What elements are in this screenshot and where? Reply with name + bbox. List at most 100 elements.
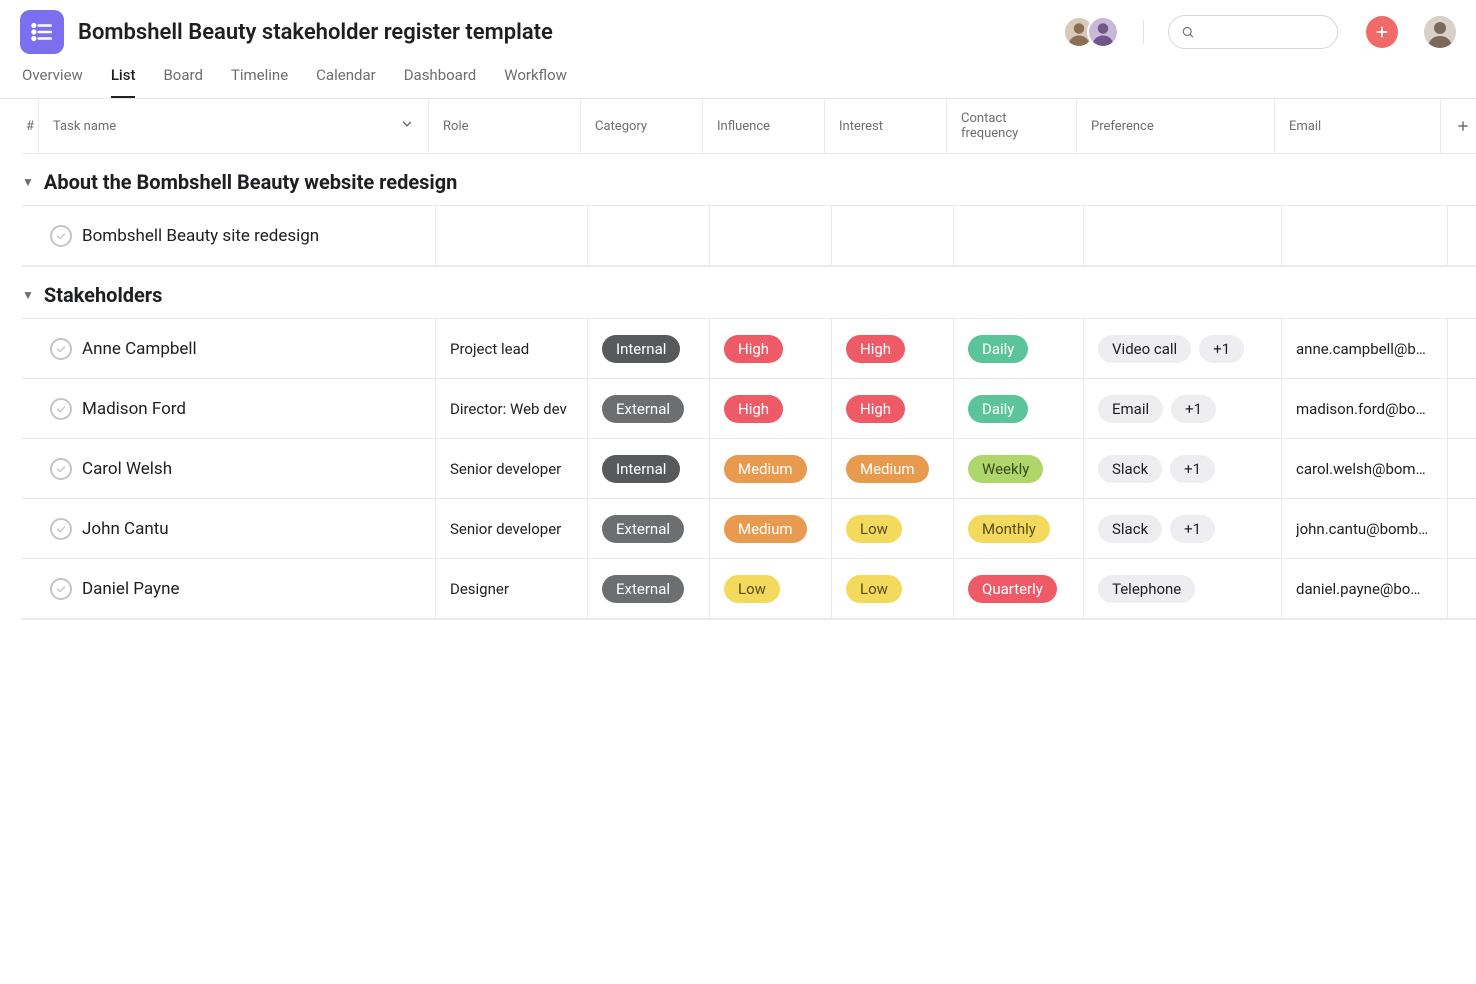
search-field[interactable] bbox=[1203, 24, 1325, 40]
interest-cell[interactable] bbox=[832, 206, 954, 265]
column-email[interactable]: Email bbox=[1275, 99, 1441, 153]
table-row[interactable]: Madison FordDirector: Web devExternalHig… bbox=[22, 378, 1476, 439]
role-cell[interactable]: Senior developer bbox=[436, 439, 588, 498]
email-cell[interactable] bbox=[1282, 206, 1448, 265]
preference-cell[interactable]: Slack+1 bbox=[1084, 439, 1282, 498]
category-cell[interactable]: Internal bbox=[588, 319, 710, 378]
email-cell[interactable]: john.cantu@bombs... bbox=[1282, 499, 1448, 558]
add-column-button[interactable] bbox=[1441, 99, 1476, 153]
trailing-cell bbox=[1448, 379, 1476, 438]
influence-cell[interactable]: High bbox=[710, 319, 832, 378]
column-role[interactable]: Role bbox=[429, 99, 581, 153]
tab-list[interactable]: List bbox=[111, 66, 136, 98]
frequency-cell[interactable]: Daily bbox=[954, 379, 1084, 438]
role-cell[interactable]: Senior developer bbox=[436, 499, 588, 558]
task-name-cell[interactable]: John Cantu bbox=[22, 499, 436, 558]
category-cell[interactable]: External bbox=[588, 559, 710, 618]
influence-cell[interactable]: Low bbox=[710, 559, 832, 618]
complete-toggle[interactable] bbox=[50, 518, 72, 540]
task-name-cell[interactable]: Madison Ford bbox=[22, 379, 436, 438]
preference-pill: Video call bbox=[1098, 335, 1191, 363]
interest-cell[interactable]: High bbox=[832, 379, 954, 438]
interest-cell[interactable]: Low bbox=[832, 559, 954, 618]
email-cell[interactable]: anne.campbell@bo... bbox=[1282, 319, 1448, 378]
column-task-name[interactable]: Task name bbox=[39, 99, 429, 153]
section-header[interactable]: ▼Stakeholders bbox=[22, 267, 1476, 319]
interest-cell[interactable]: High bbox=[832, 319, 954, 378]
email-cell[interactable]: daniel.payne@bom... bbox=[1282, 559, 1448, 618]
influence-cell[interactable]: Medium bbox=[710, 439, 832, 498]
frequency-pill: Monthly bbox=[968, 515, 1050, 543]
tab-workflow[interactable]: Workflow bbox=[504, 66, 567, 98]
column-influence[interactable]: Influence bbox=[703, 99, 825, 153]
role-cell[interactable]: Project lead bbox=[436, 319, 588, 378]
project-icon[interactable] bbox=[20, 10, 64, 54]
category-cell[interactable]: Internal bbox=[588, 439, 710, 498]
preference-cell[interactable]: Telephone bbox=[1084, 559, 1282, 618]
table-row[interactable]: Daniel PayneDesignerExternalLowLowQuarte… bbox=[22, 558, 1476, 619]
table-row[interactable]: Carol WelshSenior developerInternalMediu… bbox=[22, 438, 1476, 499]
tab-overview[interactable]: Overview bbox=[22, 66, 83, 98]
role-cell[interactable]: Designer bbox=[436, 559, 588, 618]
column-contact-frequency[interactable]: Contact frequency bbox=[947, 99, 1077, 153]
frequency-cell[interactable]: Monthly bbox=[954, 499, 1084, 558]
role-cell[interactable]: Director: Web dev bbox=[436, 379, 588, 438]
category-cell[interactable]: External bbox=[588, 379, 710, 438]
influence-cell[interactable]: Medium bbox=[710, 499, 832, 558]
email-cell[interactable]: madison.ford@bom... bbox=[1282, 379, 1448, 438]
influence-cell[interactable] bbox=[710, 206, 832, 265]
chevron-down-icon[interactable] bbox=[400, 117, 414, 135]
column-index[interactable]: # bbox=[22, 99, 39, 153]
current-user-avatar[interactable] bbox=[1424, 16, 1456, 48]
complete-toggle[interactable] bbox=[50, 225, 72, 247]
preference-cell[interactable]: Email+1 bbox=[1084, 379, 1282, 438]
frequency-cell[interactable]: Quarterly bbox=[954, 559, 1084, 618]
avatar[interactable] bbox=[1087, 16, 1119, 48]
preference-cell[interactable] bbox=[1084, 206, 1282, 265]
add-button[interactable] bbox=[1366, 16, 1398, 48]
complete-toggle[interactable] bbox=[50, 458, 72, 480]
tab-timeline[interactable]: Timeline bbox=[231, 66, 288, 98]
frequency-pill: Quarterly bbox=[968, 575, 1057, 603]
role-cell[interactable] bbox=[436, 206, 588, 265]
interest-pill: High bbox=[846, 335, 905, 363]
category-cell[interactable]: External bbox=[588, 499, 710, 558]
column-category[interactable]: Category bbox=[581, 99, 703, 153]
task-name-cell[interactable]: Daniel Payne bbox=[22, 559, 436, 618]
influence-pill: High bbox=[724, 335, 783, 363]
column-interest[interactable]: Interest bbox=[825, 99, 947, 153]
table-row[interactable]: John CantuSenior developerExternalMedium… bbox=[22, 498, 1476, 559]
column-preference[interactable]: Preference bbox=[1077, 99, 1275, 153]
tab-board[interactable]: Board bbox=[163, 66, 202, 98]
email-cell[interactable]: carol.welsh@bombs... bbox=[1282, 439, 1448, 498]
member-avatars[interactable] bbox=[1071, 16, 1119, 48]
complete-toggle[interactable] bbox=[50, 578, 72, 600]
preference-cell[interactable]: Slack+1 bbox=[1084, 499, 1282, 558]
role-value: Project lead bbox=[450, 340, 529, 358]
collapse-icon[interactable]: ▼ bbox=[22, 288, 34, 302]
table-row[interactable]: Bombshell Beauty site redesign bbox=[22, 205, 1476, 266]
interest-cell[interactable]: Medium bbox=[832, 439, 954, 498]
collapse-icon[interactable]: ▼ bbox=[22, 175, 34, 189]
frequency-cell[interactable] bbox=[954, 206, 1084, 265]
email-value: daniel.payne@bom... bbox=[1296, 580, 1433, 598]
preference-cell[interactable]: Video call+1 bbox=[1084, 319, 1282, 378]
task-name-cell[interactable]: Anne Campbell bbox=[22, 319, 436, 378]
influence-cell[interactable]: High bbox=[710, 379, 832, 438]
frequency-cell[interactable]: Weekly bbox=[954, 439, 1084, 498]
frequency-cell[interactable]: Daily bbox=[954, 319, 1084, 378]
category-cell[interactable] bbox=[588, 206, 710, 265]
complete-toggle[interactable] bbox=[50, 398, 72, 420]
section-header[interactable]: ▼About the Bombshell Beauty website rede… bbox=[22, 154, 1476, 206]
table-row[interactable]: Anne Campbell Project lead Internal High Hig… bbox=[22, 318, 1476, 379]
preference-pill: Telephone bbox=[1098, 575, 1195, 603]
tab-dashboard[interactable]: Dashboard bbox=[404, 66, 477, 98]
preference-pill: +1 bbox=[1171, 395, 1216, 423]
interest-cell[interactable]: Low bbox=[832, 499, 954, 558]
complete-toggle[interactable] bbox=[50, 338, 72, 360]
task-name-cell[interactable]: Bombshell Beauty site redesign bbox=[22, 206, 436, 265]
task-name-cell[interactable]: Carol Welsh bbox=[22, 439, 436, 498]
search-input[interactable] bbox=[1168, 15, 1338, 49]
tab-calendar[interactable]: Calendar bbox=[316, 66, 376, 98]
preference-pill: +1 bbox=[1170, 515, 1215, 543]
